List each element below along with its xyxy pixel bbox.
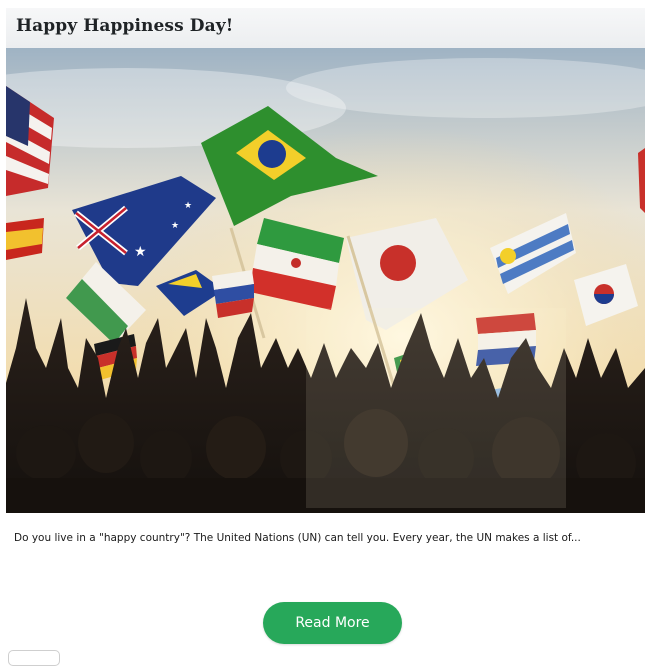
post-hero-image[interactable]: ★ ★ ★ (6, 48, 645, 513)
spain-flag (6, 218, 44, 260)
read-more-button[interactable]: Read More (263, 602, 402, 644)
svg-text:★: ★ (134, 244, 147, 260)
post-header: Happy Happiness Day! (6, 8, 645, 48)
svg-text:★: ★ (184, 201, 192, 211)
svg-text:★: ★ (171, 221, 179, 231)
russia-flag (212, 270, 254, 318)
post-title[interactable]: Happy Happiness Day! (16, 16, 233, 36)
post-card: Happy Happiness Day! ★ ★ ★ Do you live i… (0, 0, 645, 666)
post-excerpt: Do you live in a "happy country"? The Un… (14, 532, 581, 544)
next-card-edge (8, 650, 60, 666)
